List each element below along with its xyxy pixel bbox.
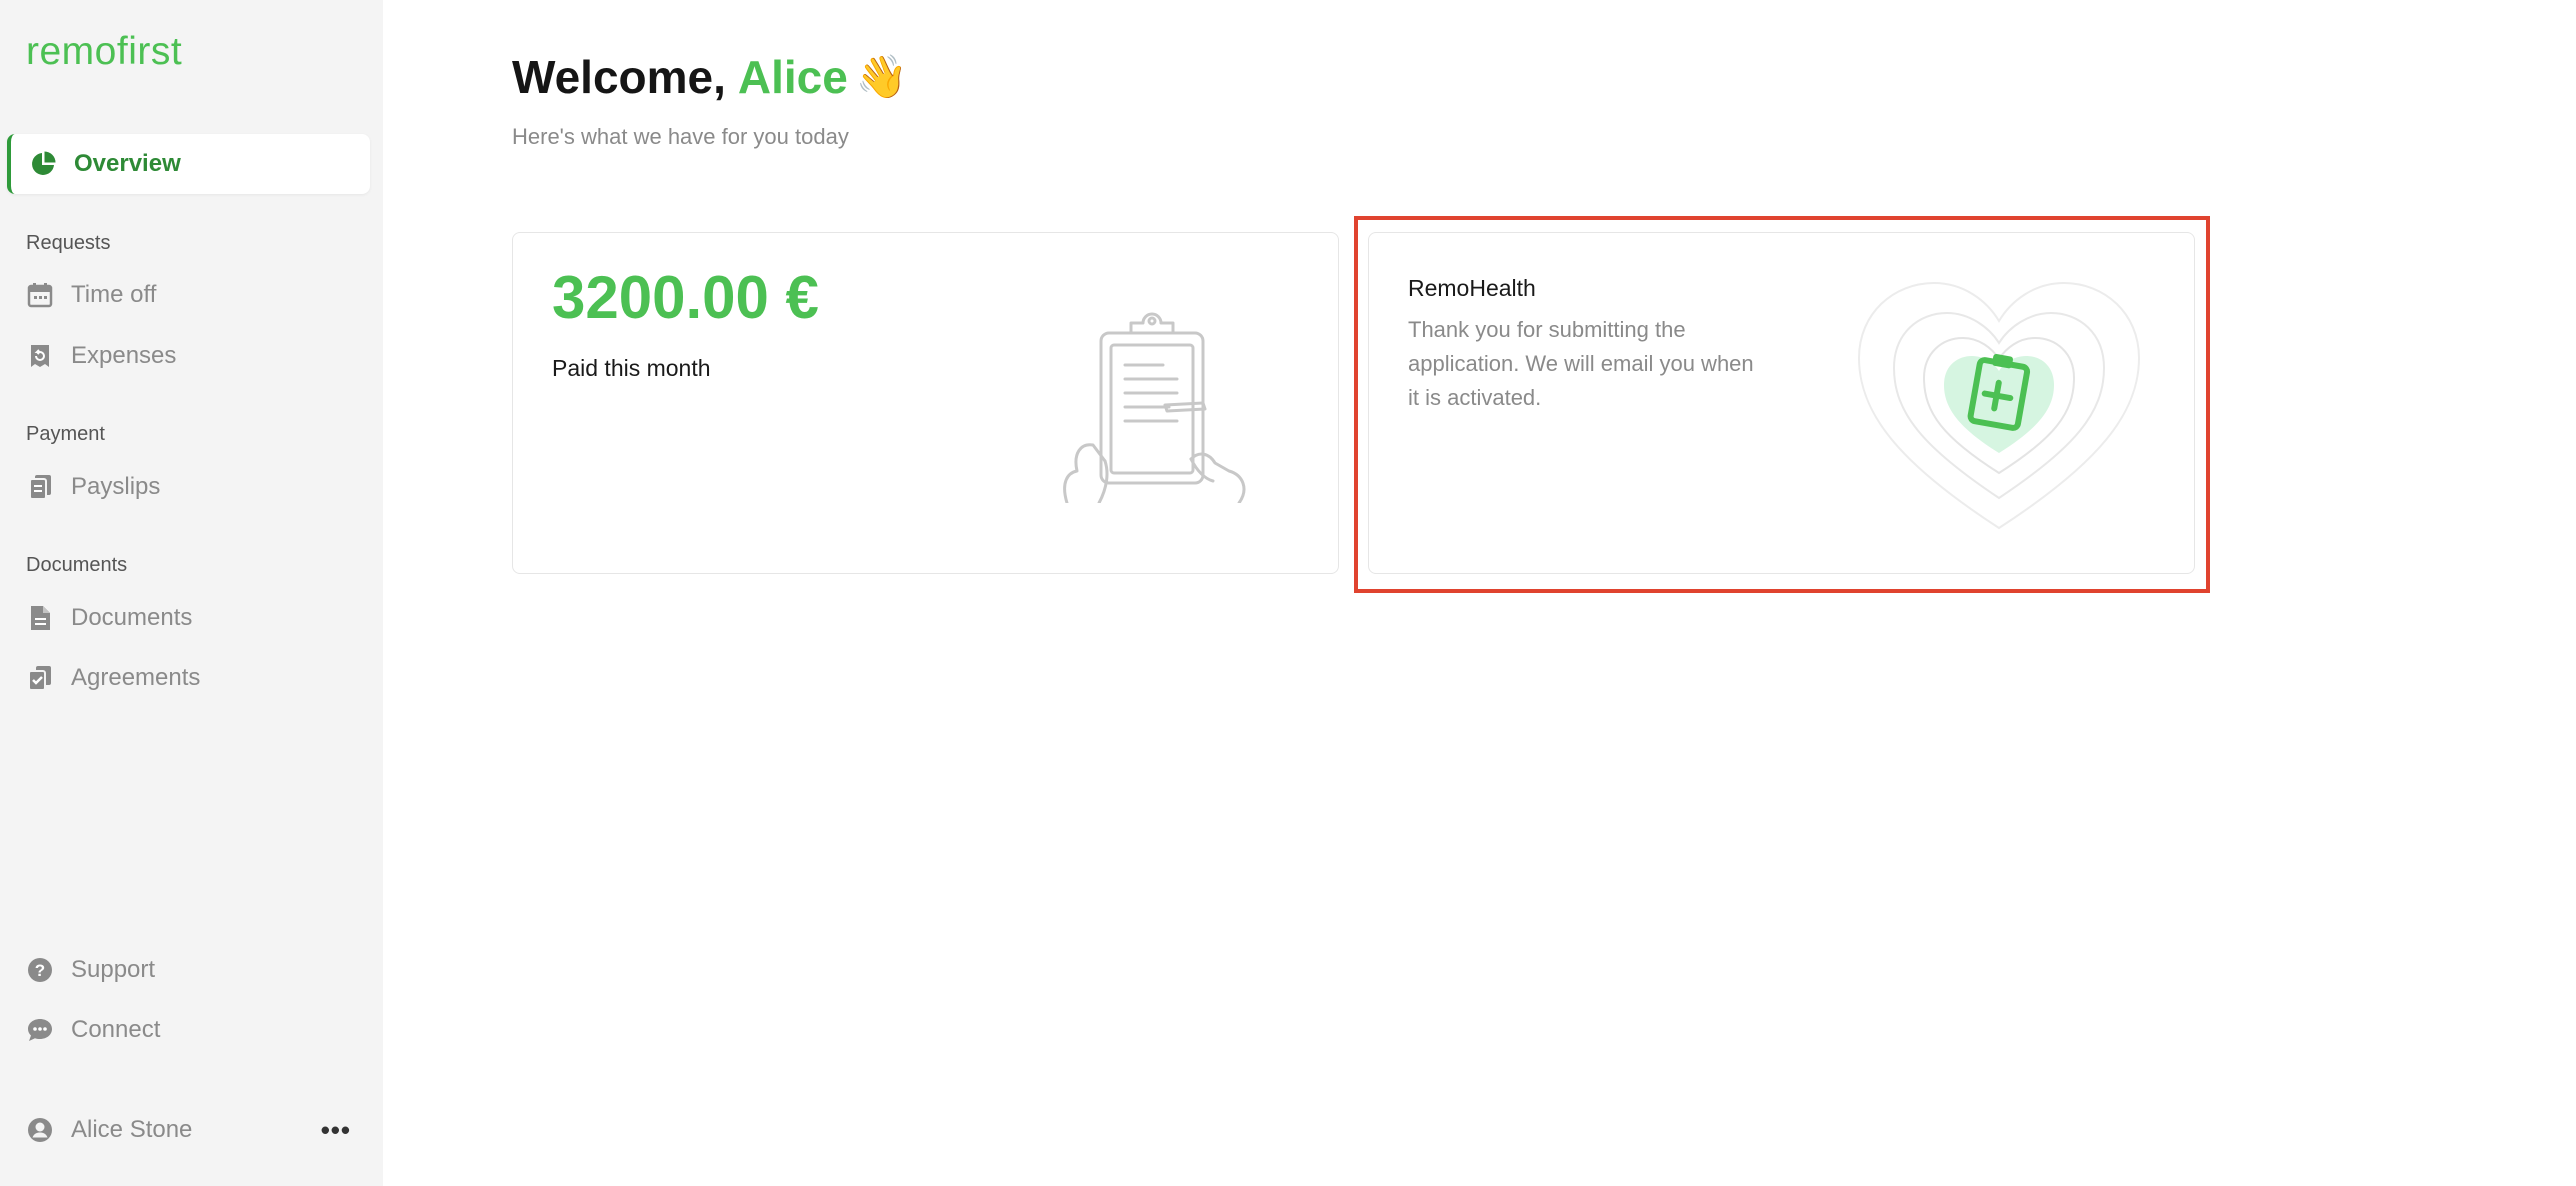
sidebar-item-payslips[interactable]: Payslips [26,465,160,509]
user-menu[interactable]: Alice Stone ••• [26,1110,351,1150]
sidebar-item-connect[interactable]: Connect [26,1008,160,1052]
payment-card[interactable]: 3200.00 € Paid this month [512,232,1339,574]
sidebar-item-label: Agreements [71,664,201,691]
chat-icon [26,1016,54,1044]
sidebar-item-label: Payslips [71,473,161,500]
welcome-name: Alice [737,51,848,103]
sidebar-item-label: Expenses [71,342,177,369]
section-label-requests: Requests [26,232,111,254]
section-label-documents: Documents [26,554,128,576]
sidebar-item-label: Overview [74,150,181,177]
user-avatar-icon [26,1116,54,1144]
sidebar-item-time-off[interactable]: Time off [26,273,156,317]
sidebar-item-label: Connect [71,1016,161,1043]
sidebar-item-support[interactable]: ? Support [26,948,155,992]
page-subtitle: Here's what we have for you today [512,124,849,149]
remofirst-logo[interactable]: remofirst [26,30,182,74]
sidebar-item-label: Time off [71,281,157,308]
calendar-icon [26,281,54,309]
more-options-button[interactable]: ••• [321,1117,351,1143]
paid-amount: 3200.00 € [552,264,819,331]
page-title: Welcome, Alice 👋 [512,50,908,104]
help-icon: ? [26,956,54,984]
payslips-icon [26,473,54,501]
sidebar-item-agreements[interactable]: Agreements [26,656,200,700]
user-name: Alice Stone [71,1116,193,1143]
receipt-icon [26,342,54,370]
agreement-icon [26,664,54,692]
sidebar-item-overview[interactable]: Overview [7,134,370,194]
pie-chart-icon [29,150,57,178]
sidebar-item-documents[interactable]: Documents [26,596,192,640]
document-icon [26,604,54,632]
sidebar: remofirst Overview Requests Time off Exp… [0,0,383,1186]
selection-highlight [1354,216,2210,593]
section-label-payment: Payment [26,423,105,445]
sidebar-item-expenses[interactable]: Expenses [26,334,176,378]
sidebar-item-label: Documents [71,604,193,631]
sidebar-item-label: Support [71,956,156,983]
svg-text:?: ? [35,961,45,980]
waving-hand-icon: 👋 [855,52,909,100]
paid-label: Paid this month [552,355,711,381]
clipboard-illustration-icon [1053,303,1253,508]
welcome-prefix: Welcome, [512,51,726,103]
